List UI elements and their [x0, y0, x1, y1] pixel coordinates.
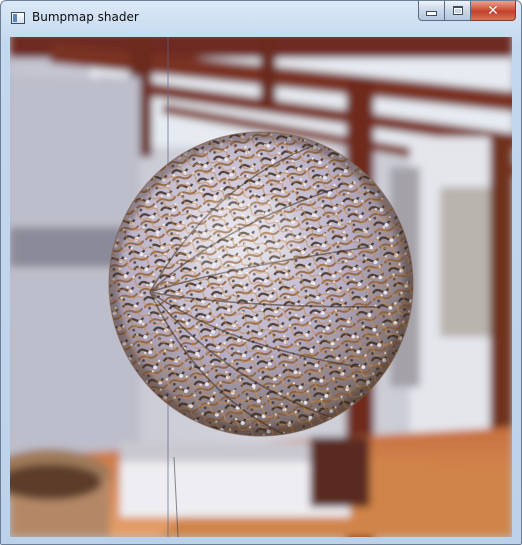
close-button[interactable]: ✕ [471, 1, 516, 21]
minimize-icon [426, 11, 437, 16]
maximize-button[interactable] [445, 1, 471, 21]
app-icon[interactable] [11, 12, 25, 24]
app-window: Bumpmap shader ✕ [0, 0, 522, 545]
bumpmapped-sphere [108, 131, 414, 437]
scene-canvas [10, 37, 512, 537]
title-bar[interactable]: Bumpmap shader ✕ [1, 1, 521, 35]
window-title: Bumpmap shader [32, 10, 139, 24]
minimize-button[interactable] [418, 1, 445, 21]
caption-buttons: ✕ [418, 1, 516, 21]
maximize-icon [452, 6, 463, 15]
close-icon: ✕ [487, 2, 499, 19]
render-viewport[interactable] [10, 37, 512, 537]
